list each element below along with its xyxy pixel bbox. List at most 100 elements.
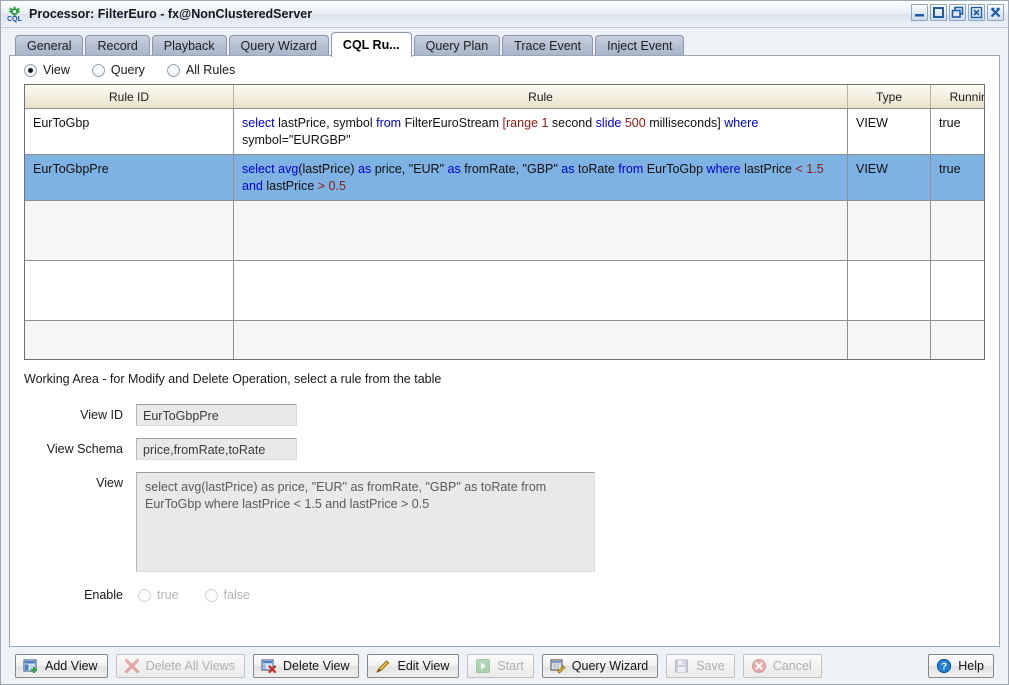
maximize-button[interactable] [930, 4, 947, 21]
radio-label: Query [110, 63, 145, 77]
view-schema-row: View Schema price,fromRate,toRate [24, 438, 985, 460]
view-id-input[interactable]: EurToGbpPre [136, 404, 297, 426]
view-label: View [96, 476, 123, 490]
table-header-row: Rule ID Rule Type Running [25, 85, 984, 109]
play-icon [475, 658, 491, 674]
tab-inject-event[interactable]: Inject Event [595, 35, 685, 57]
button-label: Query Wizard [571, 659, 649, 673]
cell-running: true [930, 154, 984, 201]
tab-general[interactable]: General [15, 35, 84, 57]
working-area: Working Area - for Modify and Delete Ope… [10, 360, 999, 646]
column-header-rule-id[interactable]: Rule ID [25, 85, 234, 109]
add-view-button[interactable]: Add View [15, 654, 108, 678]
filter-radio-view[interactable]: View [24, 63, 70, 77]
cell-running: true [930, 108, 984, 155]
radio-label: View [43, 63, 70, 77]
cell-empty [233, 200, 848, 261]
cell-type: VIEW [847, 108, 931, 155]
delete-view-icon [261, 658, 277, 674]
close-icon[interactable] [987, 4, 1004, 21]
cancel-button: Cancel [742, 654, 822, 678]
table-row-empty[interactable] [25, 320, 984, 359]
tab-cql-ru[interactable]: CQL Ru... [330, 32, 412, 57]
button-label: Help [958, 659, 984, 673]
radio-dot-icon [166, 63, 180, 77]
enable-radio-group: true false [136, 588, 250, 602]
minimize-button[interactable] [911, 4, 928, 21]
radio-label: true [157, 588, 179, 602]
start-button: Start [467, 654, 534, 678]
processor-window: CQL Processor: FilterEuro - fx@NonCluste… [0, 0, 1009, 685]
radio-dot-icon [24, 63, 37, 77]
button-label: Delete View [283, 659, 350, 673]
tab-query-wizard[interactable]: Query Wizard [228, 35, 329, 57]
radio-dot-icon [91, 63, 105, 77]
title-bar: CQL Processor: FilterEuro - fx@NonCluste… [1, 1, 1008, 28]
cancel-icon [751, 658, 767, 674]
action-button-bar: Add View Delete All Views Delete View Edit … [9, 648, 1000, 684]
button-label: Edit View [397, 659, 450, 673]
save-button: Save [666, 654, 735, 678]
radio-dot-icon [138, 588, 151, 602]
cell-empty [25, 200, 234, 261]
tab-query-plan[interactable]: Query Plan [413, 35, 501, 57]
table-row[interactable]: EurToGbpPre select avg(lastPrice) as pric… [25, 154, 984, 201]
cell-empty [25, 320, 234, 359]
enable-row: Enable true false [24, 584, 985, 606]
tab-record[interactable]: Record [85, 35, 150, 57]
rules-table[interactable]: Rule ID Rule Type Running EurToGbpselect… [24, 84, 985, 360]
view-textarea[interactable]: select avg(lastPrice) as price, "EUR" as… [136, 472, 595, 572]
view-schema-input[interactable]: price,fromRate,toRate [136, 438, 297, 460]
cell-empty [25, 260, 234, 321]
button-label: Save [696, 659, 725, 673]
cell-empty [930, 320, 984, 359]
view-id-row: View ID EurToGbpPre [24, 404, 985, 426]
help-button[interactable]: ? Help [928, 654, 994, 678]
cell-empty [233, 260, 848, 321]
application-window: CQL Processor: FilterEuro - fx@NonCluste… [0, 0, 1009, 685]
enable-label: Enable [84, 588, 123, 602]
cell-empty [847, 260, 931, 321]
cell-rule-id: EurToGbpPre [25, 154, 234, 201]
enable-radio-true: true [138, 588, 179, 602]
cell-empty [847, 320, 931, 359]
view-id-label: View ID [80, 408, 123, 422]
button-label: Add View [45, 659, 98, 673]
working-area-heading: Working Area - for Modify and Delete Ope… [24, 372, 442, 386]
button-label: Cancel [772, 659, 812, 673]
cell-rule-id: EurToGbp [25, 108, 234, 155]
column-header-type[interactable]: Type [847, 85, 931, 109]
delete-view-button[interactable]: Delete View [253, 654, 360, 678]
cell-rule: select avg(lastPrice) as price, "EUR" as… [233, 154, 848, 201]
tab-playback[interactable]: Playback [151, 35, 227, 57]
view-text-row: View select avg(lastPrice) as price, "EU… [24, 472, 985, 572]
filter-radio-all-rules[interactable]: All Rules [166, 63, 236, 77]
window-title: Processor: FilterEuro - fx@NonClusteredS… [29, 7, 313, 21]
tab-trace-event[interactable]: Trace Event [502, 35, 594, 57]
cql-gear-icon: CQL [6, 6, 23, 23]
restore-button[interactable] [949, 4, 966, 21]
table-row[interactable]: EurToGbp select lastPrice, symbol from Fi… [25, 108, 984, 155]
close-box-icon[interactable] [968, 4, 985, 21]
edit-view-button[interactable]: Edit View [367, 654, 460, 678]
cql-rules-panel: View Query All Rules Rule ID Rule Type Run… [9, 55, 1000, 647]
save-icon [674, 658, 690, 674]
column-header-rule[interactable]: Rule [233, 85, 848, 109]
radio-dot-icon [204, 588, 218, 602]
column-header-running[interactable]: Running [930, 85, 984, 109]
filter-radio-query[interactable]: Query [91, 63, 145, 77]
table-row-empty[interactable] [25, 260, 984, 321]
cell-empty [233, 320, 848, 359]
rule-filter-radio-group: View Query All Rules [10, 56, 999, 84]
cell-rule: select lastPrice, symbol from FilterEuro… [233, 108, 848, 155]
svg-text:CQL: CQL [7, 16, 23, 23]
cell-empty [930, 200, 984, 261]
wizard-icon [550, 658, 566, 674]
button-label: Delete All Views [145, 659, 235, 673]
pencil-icon [375, 658, 391, 674]
radio-label: All Rules [185, 63, 236, 77]
cell-empty [847, 200, 931, 261]
table-row-empty[interactable] [25, 200, 984, 261]
query-wizard-button[interactable]: Query Wizard [541, 654, 659, 678]
button-label: Start [497, 659, 524, 673]
